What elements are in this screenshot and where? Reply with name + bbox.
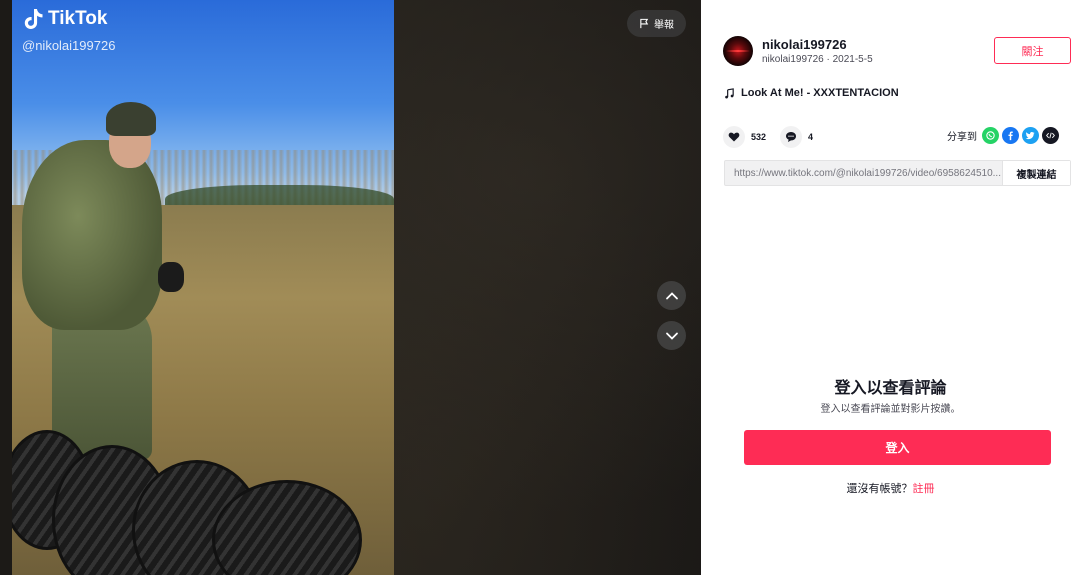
embed-icon bbox=[1046, 132, 1055, 139]
signup-prompt-text: 還沒有帳號？ bbox=[846, 482, 913, 495]
chevron-down-icon bbox=[665, 332, 678, 340]
comment-count: 4 bbox=[808, 132, 814, 142]
video-figure-body bbox=[22, 140, 162, 330]
facebook-share-button[interactable] bbox=[1002, 127, 1019, 144]
video-figure-glove bbox=[158, 262, 184, 292]
signup-prompt: 還沒有帳號？註冊 bbox=[701, 480, 1080, 496]
report-label: 舉報 bbox=[654, 20, 674, 31]
video-link-text[interactable]: https://www.tiktok.com/@nikolai199726/vi… bbox=[725, 168, 1002, 179]
twitter-icon bbox=[1025, 132, 1035, 140]
share-row: 分享到 bbox=[947, 127, 1059, 144]
like-count: 532 bbox=[751, 132, 767, 142]
chevron-up-icon bbox=[665, 291, 678, 299]
report-button[interactable]: 舉報 bbox=[627, 10, 686, 37]
copy-link-button[interactable]: 複製連結 bbox=[1002, 161, 1070, 185]
embed-share-button[interactable] bbox=[1042, 127, 1059, 144]
previous-video-button[interactable] bbox=[657, 281, 686, 310]
login-subtitle: 登入以查看評論並對影片按讚。 bbox=[820, 404, 961, 415]
avatar[interactable] bbox=[723, 36, 753, 66]
login-button[interactable]: 登入 bbox=[744, 430, 1051, 465]
music-note-icon bbox=[725, 87, 734, 99]
follow-button[interactable]: 關注 bbox=[994, 37, 1071, 64]
twitter-share-button[interactable] bbox=[1022, 127, 1039, 144]
music-title: Look At Me! - XXXTENTACION bbox=[741, 87, 899, 99]
video-watermark-handle: @nikolai199726 bbox=[22, 38, 116, 53]
tiktok-brand-text: TikTok bbox=[48, 8, 108, 29]
video-area[interactable]: TikTok @nikolai199726 舉報 bbox=[0, 0, 701, 575]
tiktok-logo: TikTok bbox=[24, 8, 107, 30]
author-subline: nikolai199726 · 2021-5-5 bbox=[762, 54, 873, 65]
next-video-button[interactable] bbox=[657, 321, 686, 350]
comment-icon bbox=[786, 132, 797, 142]
comment-button[interactable] bbox=[780, 126, 803, 148]
video-link-box: https://www.tiktok.com/@nikolai199726/vi… bbox=[724, 160, 1071, 186]
whatsapp-icon bbox=[986, 131, 995, 140]
login-title: 登入以查看評論 bbox=[834, 378, 947, 397]
flag-icon bbox=[640, 18, 649, 29]
video-tires bbox=[12, 420, 372, 575]
signup-link[interactable]: 註冊 bbox=[913, 482, 935, 495]
stats-row: 532 4 bbox=[723, 126, 827, 148]
like-button[interactable] bbox=[723, 126, 745, 148]
detail-panel: nikolai199726 nikolai199726 · 2021-5-5 關… bbox=[701, 0, 1080, 575]
tiktok-note-icon bbox=[24, 9, 43, 29]
video-player[interactable] bbox=[12, 0, 394, 575]
whatsapp-share-button[interactable] bbox=[982, 127, 999, 144]
author-username[interactable]: nikolai199726 bbox=[762, 37, 847, 52]
facebook-icon bbox=[1008, 131, 1013, 141]
music-link[interactable]: Look At Me! - XXXTENTACION bbox=[724, 87, 899, 99]
video-figure-hat bbox=[106, 102, 156, 136]
share-label: 分享到 bbox=[947, 132, 977, 143]
heart-icon bbox=[728, 132, 740, 142]
